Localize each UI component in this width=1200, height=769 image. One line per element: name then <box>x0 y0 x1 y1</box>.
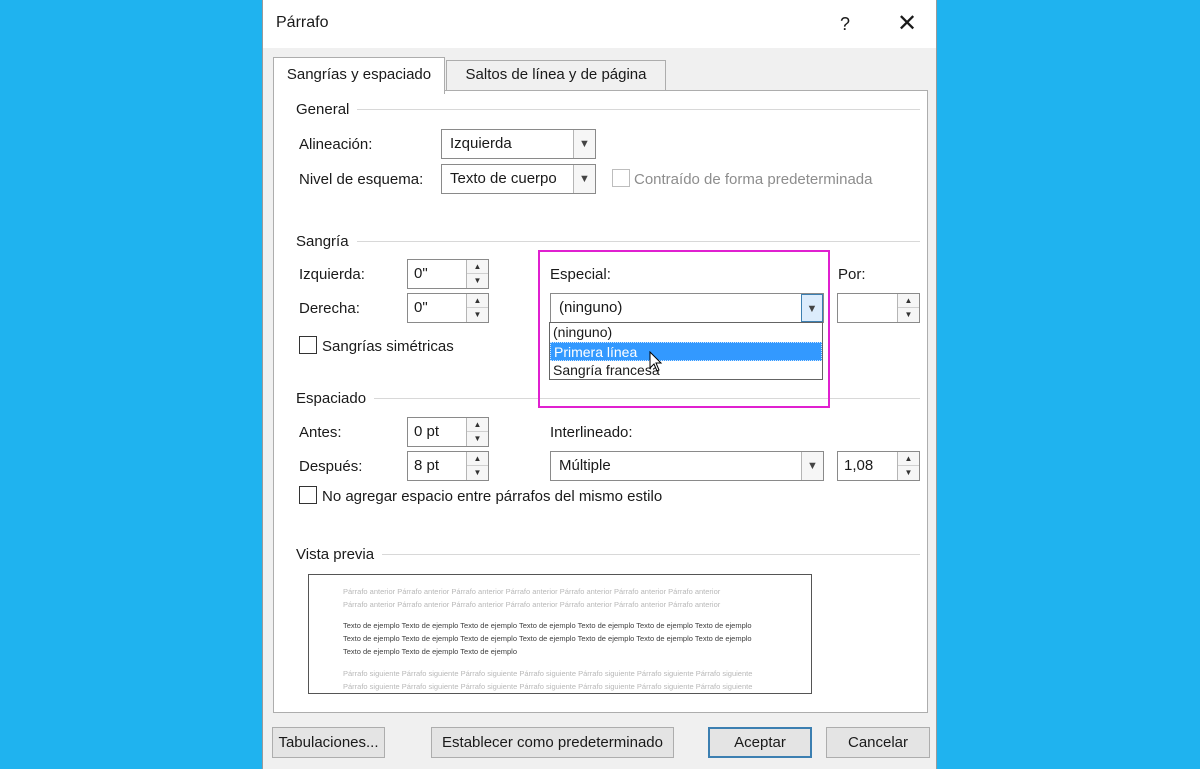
close-icon[interactable]: ✕ <box>891 9 923 39</box>
sangrias-simetricas-checkbox[interactable] <box>299 336 317 354</box>
sangria-divider <box>296 241 920 242</box>
derecha-value: 0" <box>414 299 428 316</box>
alineacion-select[interactable]: Izquierda ▼ <box>441 129 596 159</box>
izquierda-value: 0" <box>414 265 428 282</box>
preview-line: Texto de ejemplo Texto de ejemplo Texto … <box>343 621 752 630</box>
section-vista-previa: Vista previa <box>296 546 383 563</box>
aceptar-button[interactable]: Aceptar <box>708 727 812 758</box>
nivel-esquema-value: Texto de cuerpo <box>450 170 557 187</box>
vista-previa-divider <box>296 554 920 555</box>
preview-line: Texto de ejemplo Texto de ejemplo Texto … <box>343 647 517 656</box>
title-bar: Párrafo ? ✕ <box>263 0 936 48</box>
spin-down-icon[interactable]: ▼ <box>467 432 488 446</box>
izquierda-spinner[interactable]: 0" ▲ ▼ <box>407 259 489 289</box>
tab-sangrias-espaciado[interactable]: Sangrías y espaciado <box>273 57 445 94</box>
spin-up-icon[interactable]: ▲ <box>467 260 488 274</box>
chevron-down-icon[interactable]: ▼ <box>801 452 823 480</box>
dialog-title: Párrafo <box>276 14 329 31</box>
por-spinner[interactable]: ▲ ▼ <box>837 293 920 323</box>
spin-up-icon[interactable]: ▲ <box>898 294 919 308</box>
no-agregar-espacio-label: No agregar espacio entre párrafos del mi… <box>322 488 663 505</box>
help-icon[interactable]: ? <box>830 9 860 39</box>
despues-spinner[interactable]: 8 pt ▲ ▼ <box>407 451 489 481</box>
general-divider <box>296 109 920 110</box>
contraido-checkbox[interactable] <box>612 169 630 187</box>
nivel-esquema-label: Nivel de esquema: <box>299 171 424 188</box>
alineacion-value: Izquierda <box>450 135 512 152</box>
no-agregar-espacio-checkbox[interactable] <box>299 486 317 504</box>
interlineado-value: Múltiple <box>559 457 611 474</box>
chevron-down-icon[interactable]: ▼ <box>573 130 595 158</box>
alineacion-label: Alineación: <box>299 136 373 153</box>
dropdown-option-ninguno[interactable]: (ninguno) <box>550 323 822 342</box>
tab-saltos-linea-pagina[interactable]: Saltos de línea y de página <box>446 60 666 90</box>
chevron-down-icon[interactable]: ▼ <box>573 165 595 193</box>
antes-spinner[interactable]: 0 pt ▲ ▼ <box>407 417 489 447</box>
antes-value: 0 pt <box>414 423 440 440</box>
tabulaciones-button[interactable]: Tabulaciones... <box>272 727 385 758</box>
spin-up-icon[interactable]: ▲ <box>467 452 488 466</box>
izquierda-label: Izquierda: <box>299 266 365 283</box>
en-spinner[interactable]: 1,08 ▲ ▼ <box>837 451 920 481</box>
especial-dropdown-list: (ninguno) Primera línea Sangría francesa <box>549 322 823 380</box>
mouse-pointer-icon <box>649 351 663 372</box>
nivel-esquema-select[interactable]: Texto de cuerpo ▼ <box>441 164 596 194</box>
preview-line: Párrafo anterior Párrafo anterior Párraf… <box>343 587 721 596</box>
dropdown-option-primera-linea[interactable]: Primera línea <box>550 342 822 361</box>
preview-line: Párrafo anterior Párrafo anterior Párraf… <box>343 600 721 609</box>
contraido-label: Contraído de forma predeterminada <box>634 171 873 188</box>
por-label: Por: <box>838 266 866 283</box>
cancelar-button[interactable]: Cancelar <box>826 727 930 758</box>
spin-up-icon[interactable]: ▲ <box>467 294 488 308</box>
preview-line: Párrafo siguiente Párrafo siguiente Párr… <box>343 682 753 691</box>
dropdown-option-sangria-francesa[interactable]: Sangría francesa <box>550 361 822 380</box>
antes-label: Antes: <box>299 424 342 441</box>
sangrias-simetricas-label: Sangrías simétricas <box>322 338 454 355</box>
spin-down-icon[interactable]: ▼ <box>898 308 919 322</box>
interlineado-label: Interlineado: <box>550 424 633 441</box>
section-general: General <box>296 101 358 118</box>
preview-line: Texto de ejemplo Texto de ejemplo Texto … <box>343 634 752 643</box>
derecha-spinner[interactable]: 0" ▲ ▼ <box>407 293 489 323</box>
derecha-label: Derecha: <box>299 300 360 317</box>
interlineado-select[interactable]: Múltiple ▼ <box>550 451 824 481</box>
paragraph-dialog: Párrafo ? ✕ Sangrías y espaciado Saltos … <box>262 0 937 769</box>
spin-down-icon[interactable]: ▼ <box>467 274 488 288</box>
establecer-predeterminado-button[interactable]: Establecer como predeterminado <box>431 727 674 758</box>
preview-line: Párrafo siguiente Párrafo siguiente Párr… <box>343 669 753 678</box>
preview-box: Párrafo anterior Párrafo anterior Párraf… <box>308 574 812 694</box>
spin-down-icon[interactable]: ▼ <box>898 466 919 480</box>
despues-value: 8 pt <box>414 457 440 474</box>
despues-label: Después: <box>299 458 363 475</box>
section-espaciado: Espaciado <box>296 390 375 407</box>
spin-down-icon[interactable]: ▼ <box>467 466 488 480</box>
spin-up-icon[interactable]: ▲ <box>467 418 488 432</box>
spin-down-icon[interactable]: ▼ <box>467 308 488 322</box>
spin-up-icon[interactable]: ▲ <box>898 452 919 466</box>
en-value: 1,08 <box>844 457 874 474</box>
section-sangria: Sangría <box>296 233 357 250</box>
